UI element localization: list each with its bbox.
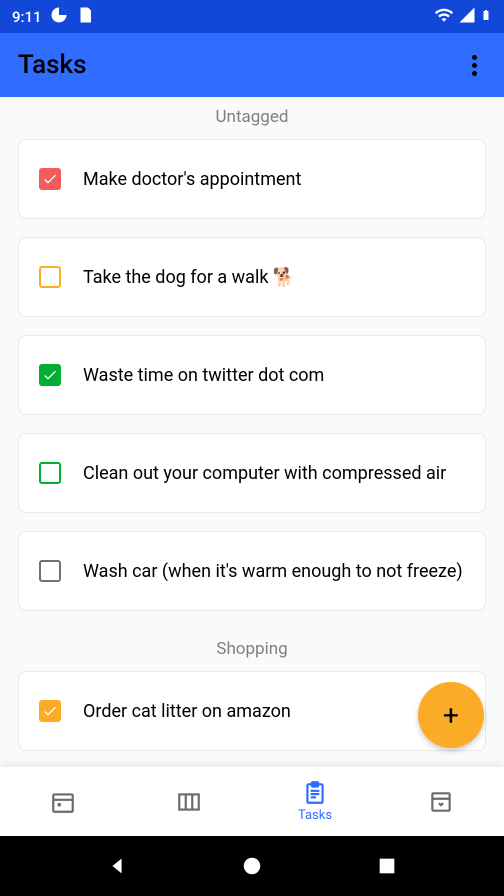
task-label: Take the dog for a walk 🐕 (83, 267, 295, 288)
task-item[interactable]: Waste time on twitter dot com (18, 335, 486, 415)
checkbox-unchecked-icon[interactable] (39, 266, 61, 288)
page-title: Tasks (18, 50, 87, 80)
nav-tasks-label: Tasks (298, 808, 332, 823)
task-item[interactable]: Order cat litter on amazon (18, 671, 486, 751)
checkbox-checked-icon[interactable] (39, 700, 61, 722)
clock-icon (50, 6, 68, 28)
task-item[interactable]: Wash car (when it's warm enough to not f… (18, 531, 486, 611)
task-label: Make doctor's appointment (83, 169, 301, 190)
home-button[interactable] (241, 855, 263, 877)
add-task-button[interactable]: + (418, 682, 484, 748)
plus-icon: + (443, 699, 459, 732)
nav-board[interactable] (126, 767, 252, 836)
status-bar: 9:11 (0, 0, 504, 33)
task-label: Waste time on twitter dot com (83, 365, 324, 386)
task-item[interactable]: Make doctor's appointment (18, 139, 486, 219)
recents-button[interactable] (376, 855, 398, 877)
task-item[interactable]: Take the dog for a walk 🐕 (18, 237, 486, 317)
nav-tasks[interactable]: Tasks (252, 767, 378, 836)
section-header-shopping: Shopping (0, 629, 504, 665)
back-button[interactable] (106, 855, 128, 877)
status-right (434, 5, 492, 29)
status-left: 9:11 (12, 6, 94, 28)
bottom-navigation: Tasks (0, 766, 504, 836)
archive-icon (428, 789, 454, 815)
status-time: 9:11 (12, 8, 42, 26)
checkbox-unchecked-icon[interactable] (39, 560, 61, 582)
nav-calendar[interactable] (0, 767, 126, 836)
task-label: Wash car (when it's warm enough to not f… (83, 561, 463, 582)
clipboard-icon (302, 780, 328, 806)
section-header-untagged: Untagged (0, 97, 504, 133)
nav-archive[interactable] (378, 767, 504, 836)
checkbox-checked-icon[interactable] (39, 364, 61, 386)
columns-icon (176, 789, 202, 815)
system-navigation (0, 836, 504, 896)
overflow-menu-button[interactable] (462, 53, 486, 77)
app-header: Tasks (0, 33, 504, 97)
task-list: Untagged Make doctor's appointment Take … (0, 97, 504, 766)
task-label: Order cat litter on amazon (83, 701, 291, 722)
checkbox-checked-icon[interactable] (39, 168, 61, 190)
battery-icon (480, 5, 492, 29)
wifi-icon (434, 5, 454, 29)
task-label: Clean out your computer with compressed … (83, 463, 446, 484)
task-item[interactable]: Clean out your computer with compressed … (18, 433, 486, 513)
checkbox-unchecked-icon[interactable] (39, 462, 61, 484)
sd-icon (76, 6, 94, 28)
calendar-icon (50, 789, 76, 815)
signal-icon (458, 6, 476, 28)
